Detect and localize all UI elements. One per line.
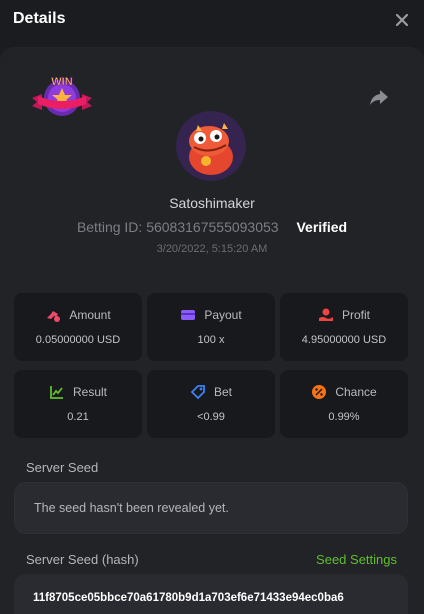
stat-label: Result xyxy=(72,385,107,399)
tag-icon xyxy=(190,385,205,400)
close-icon xyxy=(395,13,409,27)
betting-id-label: Betting ID: xyxy=(76,219,143,235)
server-seed-field[interactable]: The seed hasn't been revealed yet. xyxy=(14,482,408,534)
stat-value: 100 x xyxy=(197,334,225,346)
page-title: Details xyxy=(13,10,66,27)
avatar xyxy=(176,111,246,181)
stat-value: 0.21 xyxy=(67,411,89,423)
stat-label: Bet xyxy=(213,385,232,399)
stat-value: 4.95000000 USD xyxy=(301,334,387,346)
server-seed-value: The seed hasn't been revealed yet. xyxy=(34,501,229,515)
stat-label: Profit xyxy=(341,308,370,322)
verified-badge: Verified xyxy=(296,219,348,235)
percent-icon xyxy=(312,385,327,399)
server-seed-hash-label: Server Seed (hash) xyxy=(26,552,139,567)
hand-coin-icon xyxy=(318,308,333,321)
stat-card-result: Result 0.21 xyxy=(14,370,142,438)
seed-settings-link[interactable]: Seed Settings xyxy=(316,552,397,567)
stat-card-chance: Chance 0.99% xyxy=(280,370,408,438)
details-header: Details xyxy=(0,0,424,44)
share-icon xyxy=(370,90,388,105)
username: Satoshimaker xyxy=(169,195,255,211)
betting-id-value: 56083167555093053 xyxy=(146,219,279,235)
stat-label: Payout xyxy=(204,308,242,322)
server-seed-hash-value: 11f8705ce05bbce70a61780b9d1a703ef6e71433… xyxy=(33,592,344,604)
server-seed-hash-field[interactable]: 11f8705ce05bbce70a61780b9d1a703ef6e71433… xyxy=(14,574,408,614)
betting-id-row: Betting ID: 56083167555093053 Verified xyxy=(0,219,424,235)
bet-datetime: 3/20/2022, 5:15:20 AM xyxy=(156,243,268,255)
wallet-icon xyxy=(181,310,196,320)
chart-icon xyxy=(50,386,63,399)
coins-icon xyxy=(47,311,61,322)
stat-value: <0.99 xyxy=(197,411,225,423)
close-button[interactable] xyxy=(392,10,412,30)
stat-card-bet: Bet <0.99 xyxy=(147,370,275,438)
svg-text:WIN: WIN xyxy=(51,76,72,88)
stat-card-payout: Payout 100 x xyxy=(147,293,275,361)
stat-value: 0.99% xyxy=(328,411,360,423)
server-seed-label: Server Seed xyxy=(26,460,99,475)
stat-label: Chance xyxy=(335,385,377,399)
stat-value: 0.05000000 USD xyxy=(35,334,121,346)
share-button[interactable] xyxy=(368,86,390,108)
stat-label: Amount xyxy=(69,308,111,322)
stat-card-profit: Profit 4.95000000 USD xyxy=(280,293,408,361)
stat-card-amount: Amount 0.05000000 USD xyxy=(14,293,142,361)
win-badge: WIN xyxy=(28,70,96,122)
